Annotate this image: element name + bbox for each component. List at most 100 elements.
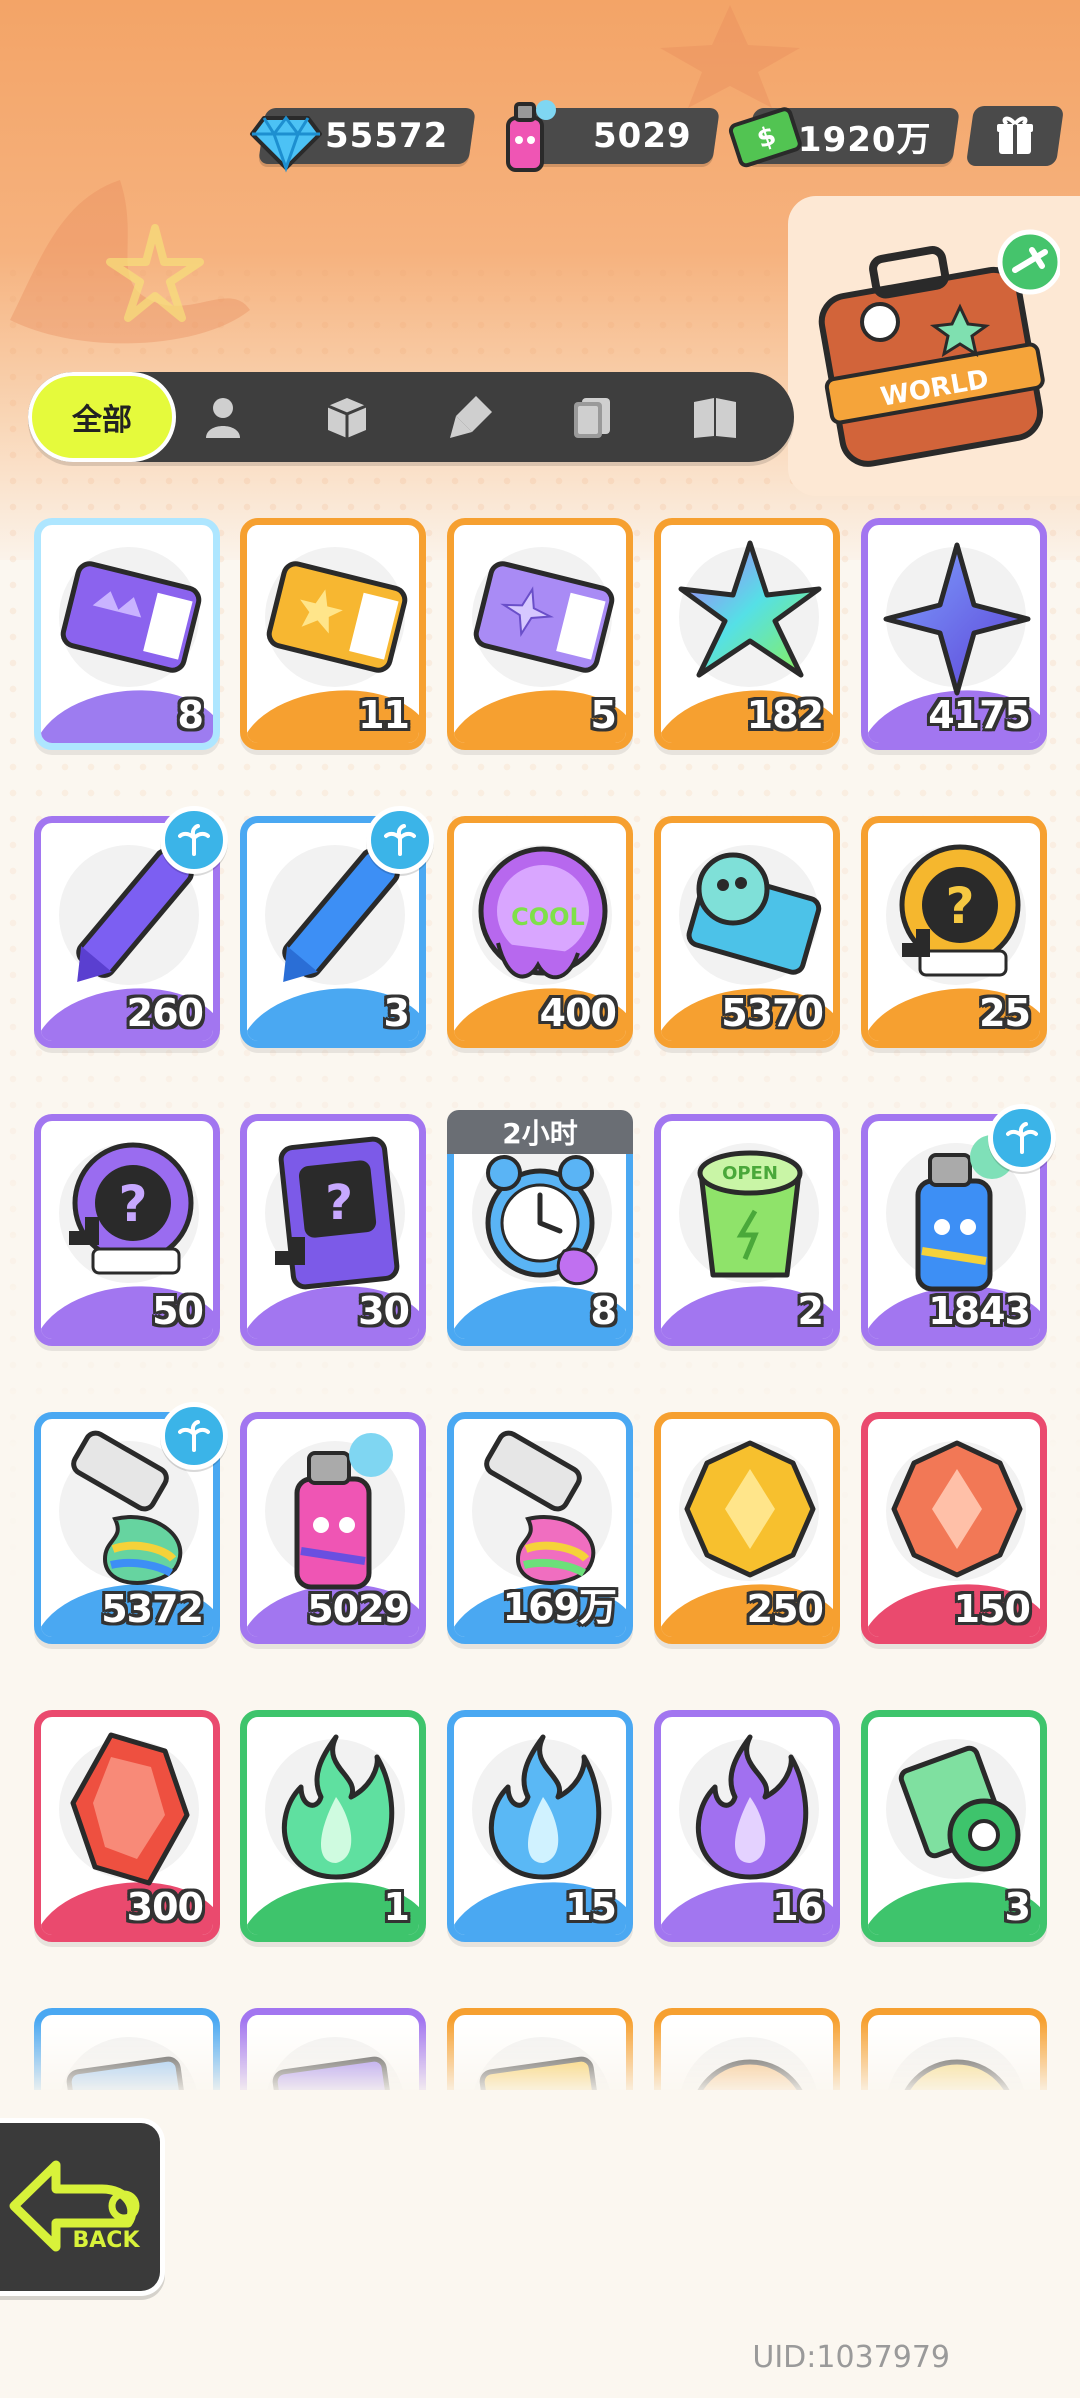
book-icon[interactable] — [690, 392, 740, 442]
item-count: 5372 — [101, 1587, 204, 1631]
star-decoration-icon — [660, 5, 800, 108]
star-doodle-icon — [106, 224, 204, 322]
back-label: BACK — [73, 2228, 141, 2253]
travel-suitcase-icon: WORLD — [818, 229, 1060, 467]
item-season-ticket[interactable]: 5370 — [654, 816, 840, 1048]
diamond-value: 55572 — [324, 116, 448, 156]
tape-icon — [898, 1745, 1021, 1872]
item-character-token-2[interactable] — [861, 2008, 1047, 2090]
cash-icon: $ — [728, 107, 802, 168]
svg-text:?: ? — [118, 1175, 147, 1233]
item-gold-card-pack[interactable] — [447, 2008, 633, 2090]
item-blue-star-crystal[interactable]: 4175 — [861, 518, 1047, 750]
red-crystal-icon — [70, 1732, 190, 1886]
rainbow-star-icon — [678, 540, 822, 678]
blue-star-icon — [883, 542, 1031, 696]
item-count: 2 — [797, 1289, 824, 1333]
spray-brush-icon[interactable] — [446, 392, 496, 442]
item-red-gem[interactable]: 150 — [861, 1412, 1047, 1644]
svg-text:OPEN: OPEN — [722, 1163, 778, 1184]
item-count: 5370 — [721, 991, 824, 1035]
blue-flame-icon — [488, 1734, 602, 1880]
item-gold-ticket[interactable]: 11 — [240, 518, 426, 750]
item-count: 30 — [358, 1289, 410, 1333]
spray-can-icon — [294, 1433, 393, 1590]
item-count: 1 — [383, 1885, 410, 1929]
gift-button[interactable] — [965, 106, 1065, 166]
mystery-badge-icon: ? — [69, 1142, 194, 1275]
user-id: UID:1037979 — [752, 2340, 950, 2375]
item-green-flame[interactable]: 1 — [240, 1710, 426, 1942]
item-timer: 2小时 — [447, 1110, 633, 1154]
item-rainbow-paint-tube[interactable]: 169万 — [447, 1412, 633, 1644]
card-icon[interactable] — [568, 392, 618, 442]
season-ticket-icon — [686, 852, 822, 975]
palm-icon — [988, 1104, 1056, 1172]
red-gem-icon — [891, 1440, 1023, 1578]
ticket-icon — [60, 561, 202, 673]
diamond-icon — [250, 115, 322, 173]
item-green-cup[interactable]: OPEN 2 — [654, 1114, 840, 1346]
character-token-icon — [697, 2059, 803, 2090]
inventory-grid: 8 11 5 182 4175 260 3 COOL 400 5370 ? 25… — [0, 500, 1080, 2090]
item-blue-flame[interactable]: 15 — [447, 1710, 633, 1942]
item-count: 250 — [746, 1587, 824, 1631]
palm-icon — [160, 806, 228, 874]
purple-flame-icon — [695, 1734, 809, 1880]
cool-sticker-icon: COOL — [478, 846, 608, 980]
item-violet-ticket[interactable]: 5 — [447, 518, 633, 750]
green-cup-icon: OPEN — [697, 1150, 803, 1278]
card-pack-icon — [479, 2056, 607, 2090]
item-gold-gem[interactable]: 250 — [654, 1412, 840, 1644]
mystery-badge-icon: ? — [899, 844, 1021, 977]
item-green-tape[interactable]: 3 — [861, 1710, 1047, 1942]
back-arrow-icon: BACK — [9, 2160, 141, 2253]
card-pack-icon — [272, 2056, 400, 2090]
item-character-token-1[interactable] — [654, 2008, 840, 2090]
ticket-icon — [266, 561, 408, 673]
item-purple-card-pack[interactable] — [240, 2008, 426, 2090]
item-count: 15 — [565, 1885, 617, 1929]
item-rainbow-star-crystal[interactable]: 182 — [654, 518, 840, 750]
paint-tube-icon — [484, 1430, 596, 1585]
item-count: 300 — [126, 1885, 204, 1929]
item-count: 25 — [979, 991, 1031, 1035]
gift-box-icon — [997, 116, 1033, 154]
item-count: 8 — [177, 693, 204, 737]
item-count: 1843 — [928, 1289, 1031, 1333]
item-purple-flame[interactable]: 16 — [654, 1710, 840, 1942]
palm-icon — [366, 806, 434, 874]
svg-text:COOL: COOL — [511, 903, 585, 931]
svg-text:?: ? — [325, 1175, 353, 1231]
item-purple-mystery-badge[interactable]: ? 50 — [34, 1114, 220, 1346]
item-gold-mystery-badge[interactable]: ? 25 — [861, 816, 1047, 1048]
item-count: 3 — [383, 991, 410, 1035]
item-count: 400 — [539, 991, 617, 1035]
card-pack-icon — [66, 2056, 194, 2090]
item-cool-sticker[interactable]: COOL 400 — [447, 816, 633, 1048]
item-travel-mystery-card[interactable]: ? 30 — [240, 1114, 426, 1346]
box-icon[interactable] — [322, 392, 372, 442]
item-count: 5029 — [307, 1587, 410, 1631]
palm-icon — [160, 1402, 228, 1470]
gold-gem-icon — [684, 1440, 816, 1578]
back-button[interactable]: BACK — [0, 2118, 165, 2296]
world-travel-panel[interactable]: WORLD — [788, 196, 1080, 496]
item-count: 169万 — [502, 1585, 617, 1629]
cash-value: 1920万 — [798, 119, 932, 160]
item-red-crystal[interactable]: 300 — [34, 1710, 220, 1942]
item-pink-spray-can[interactable]: 5029 — [240, 1412, 426, 1644]
item-purple-ticket[interactable]: 8 — [34, 518, 220, 750]
ticket-icon — [473, 561, 615, 673]
item-count: 260 — [126, 991, 204, 1035]
tab-all[interactable]: 全部 — [28, 372, 176, 462]
character-icon[interactable] — [198, 392, 248, 442]
item-blue-card-pack[interactable] — [34, 2008, 220, 2090]
green-flame-icon — [281, 1734, 395, 1880]
spray-value: 5029 — [593, 116, 692, 156]
item-count: 182 — [746, 693, 824, 737]
item-count: 8 — [590, 1289, 617, 1333]
item-count: 5 — [590, 693, 617, 737]
character-token-icon — [904, 2059, 1010, 2090]
svg-text:?: ? — [945, 877, 974, 935]
